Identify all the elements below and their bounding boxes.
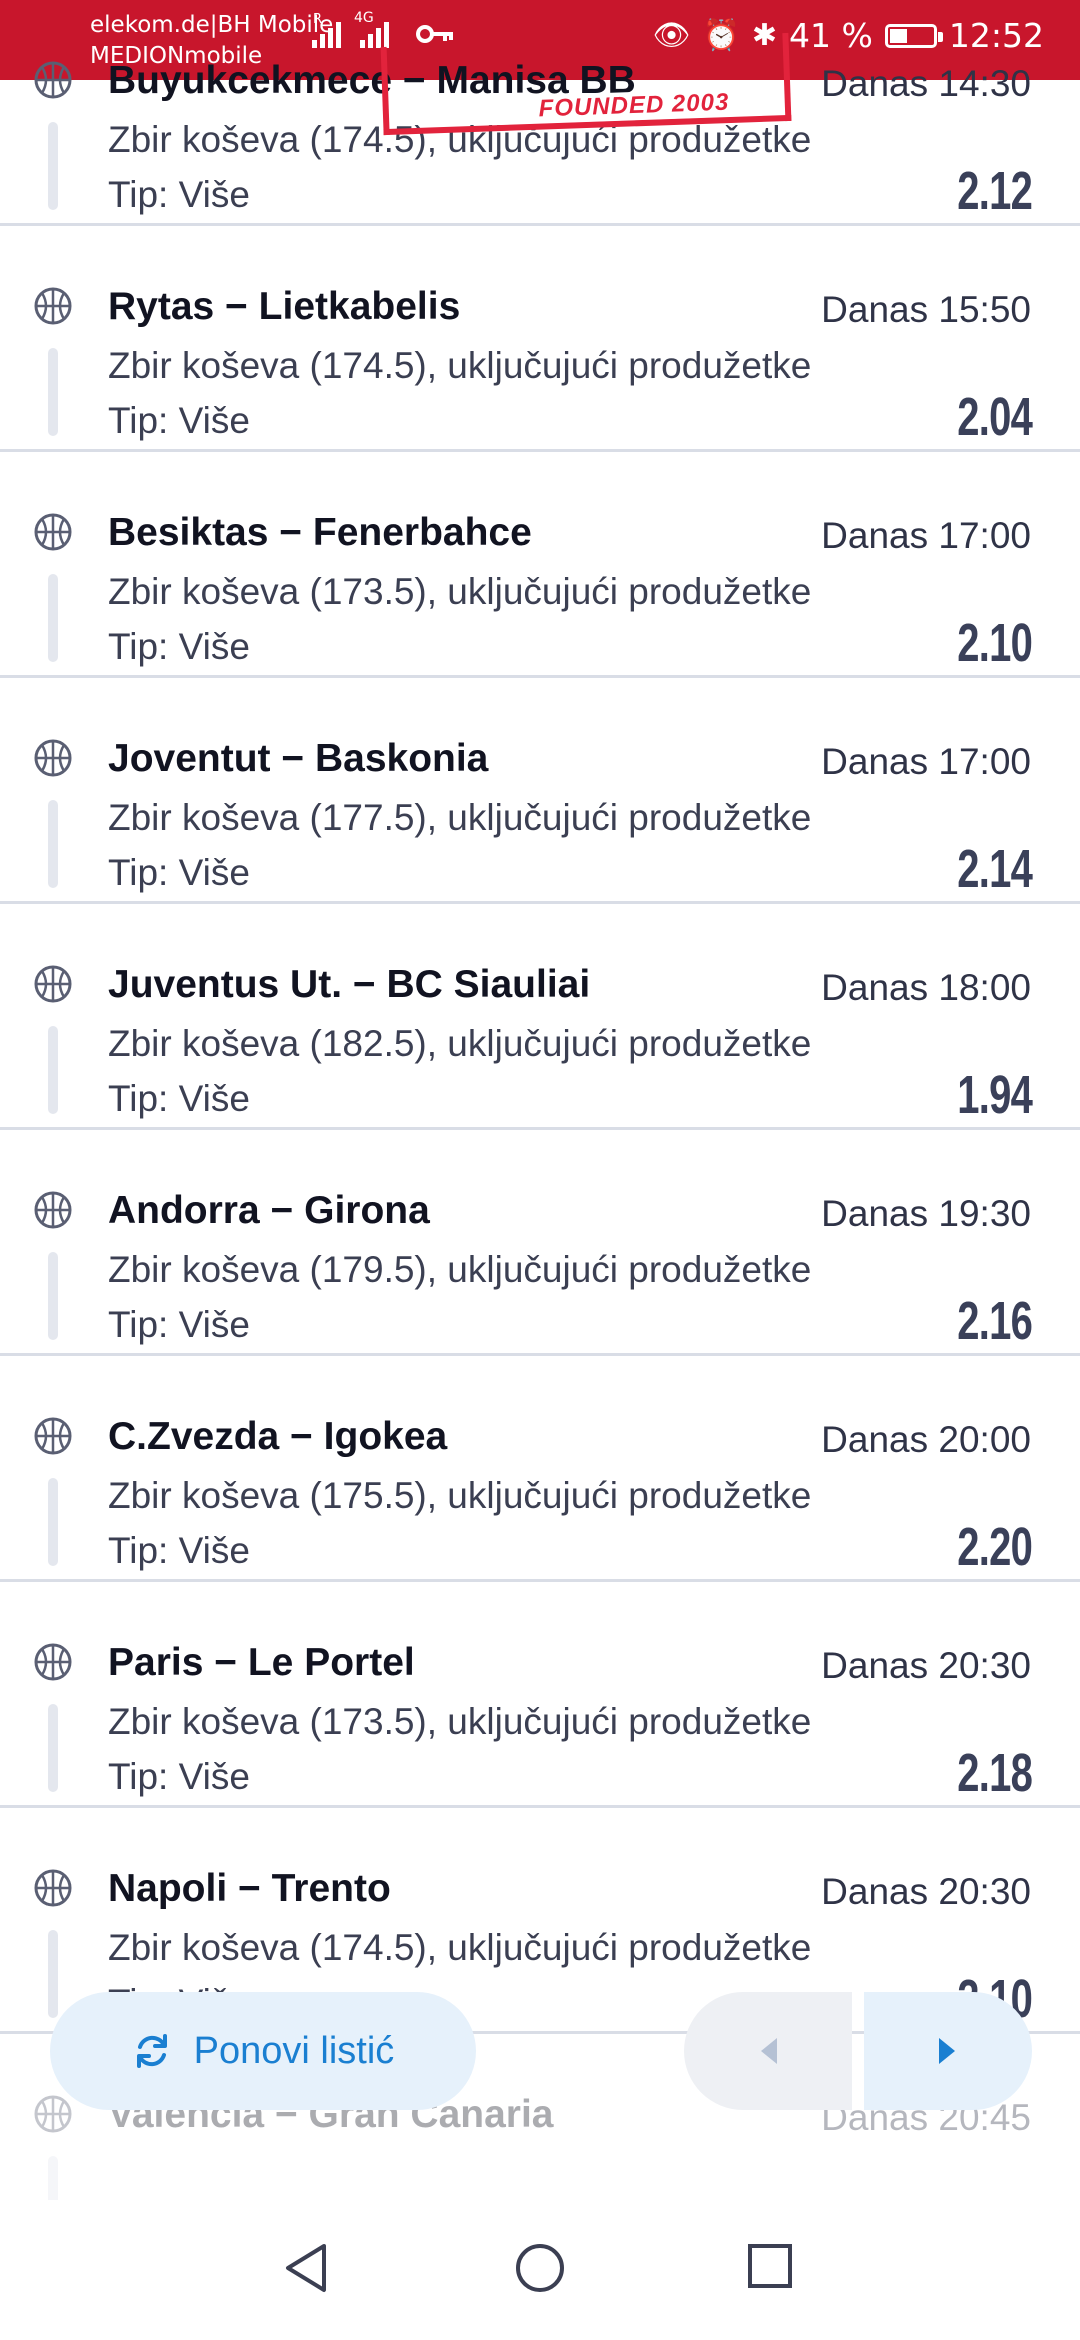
match-name: Besiktas − Fenerbahce xyxy=(108,511,532,554)
bet-market: Zbir koševa (175.5), uključujući produže… xyxy=(108,1475,812,1516)
match-name: Joventut − Baskonia xyxy=(108,737,489,780)
repeat-ticket-button[interactable]: Ponovi listić xyxy=(50,1992,476,2110)
bet-market: Zbir koševa (177.5), uključujući produže… xyxy=(108,797,812,838)
bet-market: Zbir koševa (174.5), uključujući produže… xyxy=(108,1927,812,1968)
match-name: Paris − Le Portel xyxy=(108,1641,415,1684)
match-time: Danas 17:00 xyxy=(821,515,1031,556)
basketball-icon xyxy=(33,1868,73,1913)
match-time: Danas 20:30 xyxy=(821,1871,1031,1912)
basketball-icon xyxy=(33,964,73,1009)
row-indicator-bar xyxy=(48,348,58,436)
repeat-ticket-label: Ponovi listić xyxy=(193,2029,395,2072)
match-name: Napoli − Trento xyxy=(108,1867,391,1910)
row-indicator-bar xyxy=(48,1478,58,1566)
bet-market: Zbir koševa (182.5), uključujući produže… xyxy=(108,1023,812,1064)
bet-row[interactable]: Rytas − Lietkabelis Danas 15:50 Zbir košev… xyxy=(0,226,1080,452)
bet-row[interactable]: Paris − Le Portel Danas 20:30 Zbir koševa … xyxy=(0,1582,1080,1808)
basketball-icon xyxy=(33,286,73,331)
bet-tip: Tip: Više xyxy=(108,1756,250,1797)
match-time: Danas 14:30 xyxy=(821,63,1031,104)
basketball-icon xyxy=(33,2094,73,2139)
match-name: C.Zvezda − Igokea xyxy=(108,1415,448,1458)
basketball-icon xyxy=(33,60,73,105)
bet-list: Buyukcekmece − Manisa BB Danas 14:30 Zbir … xyxy=(0,0,1080,2260)
match-time: Danas 17:00 xyxy=(821,741,1031,782)
next-button[interactable] xyxy=(864,1992,1032,2110)
bet-tip: Tip: Više xyxy=(108,400,250,441)
match-name: Juventus Ut. − BC Siauliai xyxy=(108,963,591,1006)
bet-odd: 2.16 xyxy=(957,1291,1033,1351)
row-indicator-bar xyxy=(48,574,58,662)
basketball-icon xyxy=(33,738,73,783)
caret-right-icon xyxy=(939,2038,955,2064)
bet-tip: Tip: Više xyxy=(108,626,250,667)
row-indicator-bar xyxy=(48,800,58,888)
recents-nav-button[interactable] xyxy=(746,2242,794,2295)
row-indicator-bar xyxy=(48,1026,58,1114)
home-circle-icon xyxy=(516,2244,564,2292)
back-triangle-icon xyxy=(286,2244,326,2292)
bet-odd: 2.04 xyxy=(957,387,1033,447)
bet-market: Zbir koševa (174.5), uključujući produže… xyxy=(108,345,812,386)
bet-row[interactable]: Besiktas − Fenerbahce Danas 17:00 Zbir koš… xyxy=(0,452,1080,678)
previous-button[interactable] xyxy=(684,1992,852,2110)
row-indicator-bar xyxy=(48,1252,58,1340)
refresh-icon xyxy=(136,2034,167,2068)
system-navigation-bar xyxy=(0,2200,1080,2340)
bet-odd: 2.20 xyxy=(957,1517,1033,1577)
caret-left-icon xyxy=(761,2038,777,2064)
bet-market: Zbir koševa (173.5), uključujući produže… xyxy=(108,571,812,612)
match-time: Danas 18:00 xyxy=(821,967,1031,1008)
row-indicator-bar xyxy=(48,1930,58,2018)
match-time: Danas 19:30 xyxy=(821,1193,1031,1234)
bet-row[interactable]: Juventus Ut. − BC Siauliai Danas 18:00 Zbi… xyxy=(0,904,1080,1130)
bet-tip: Tip: Više xyxy=(108,852,250,893)
match-time: Danas 20:30 xyxy=(821,1645,1031,1686)
bet-tip: Tip: Više xyxy=(108,1078,250,1119)
bet-tip: Tip: Više xyxy=(108,1530,250,1571)
match-name: Andorra − Girona xyxy=(108,1189,430,1232)
bet-odd: 2.14 xyxy=(957,839,1033,899)
basketball-icon xyxy=(33,1642,73,1687)
basketball-icon xyxy=(33,1416,73,1461)
bet-odd: 1.94 xyxy=(957,1065,1033,1125)
bet-odd: 2.18 xyxy=(957,1743,1033,1803)
bet-odd: 2.10 xyxy=(957,613,1033,673)
row-indicator-bar xyxy=(48,122,58,210)
row-indicator-bar xyxy=(48,1704,58,1792)
bet-tip: Tip: Više xyxy=(108,174,250,215)
bet-row[interactable]: C.Zvezda − Igokea Danas 20:00 Zbir koševa … xyxy=(0,1356,1080,1582)
bet-market: Zbir koševa (173.5), uključujući produže… xyxy=(108,1701,812,1742)
match-time: Danas 15:50 xyxy=(821,289,1031,330)
bet-tip: Tip: Više xyxy=(108,1304,250,1345)
home-nav-button[interactable] xyxy=(514,2242,566,2299)
back-nav-button[interactable] xyxy=(282,2242,330,2299)
bet-row[interactable]: Joventut − Baskonia Danas 17:00 Zbir košev… xyxy=(0,678,1080,904)
bet-odd: 2.12 xyxy=(957,161,1033,221)
match-name: Rytas − Lietkabelis xyxy=(108,285,461,328)
match-time: Danas 20:00 xyxy=(821,1419,1031,1460)
bet-market: Zbir koševa (179.5), uključujući produže… xyxy=(108,1249,812,1290)
basketball-icon xyxy=(33,1190,73,1235)
recents-square-icon xyxy=(748,2244,792,2288)
basketball-icon xyxy=(33,512,73,557)
bet-row[interactable]: Andorra − Girona Danas 19:30 Zbir koševa (… xyxy=(0,1130,1080,1356)
